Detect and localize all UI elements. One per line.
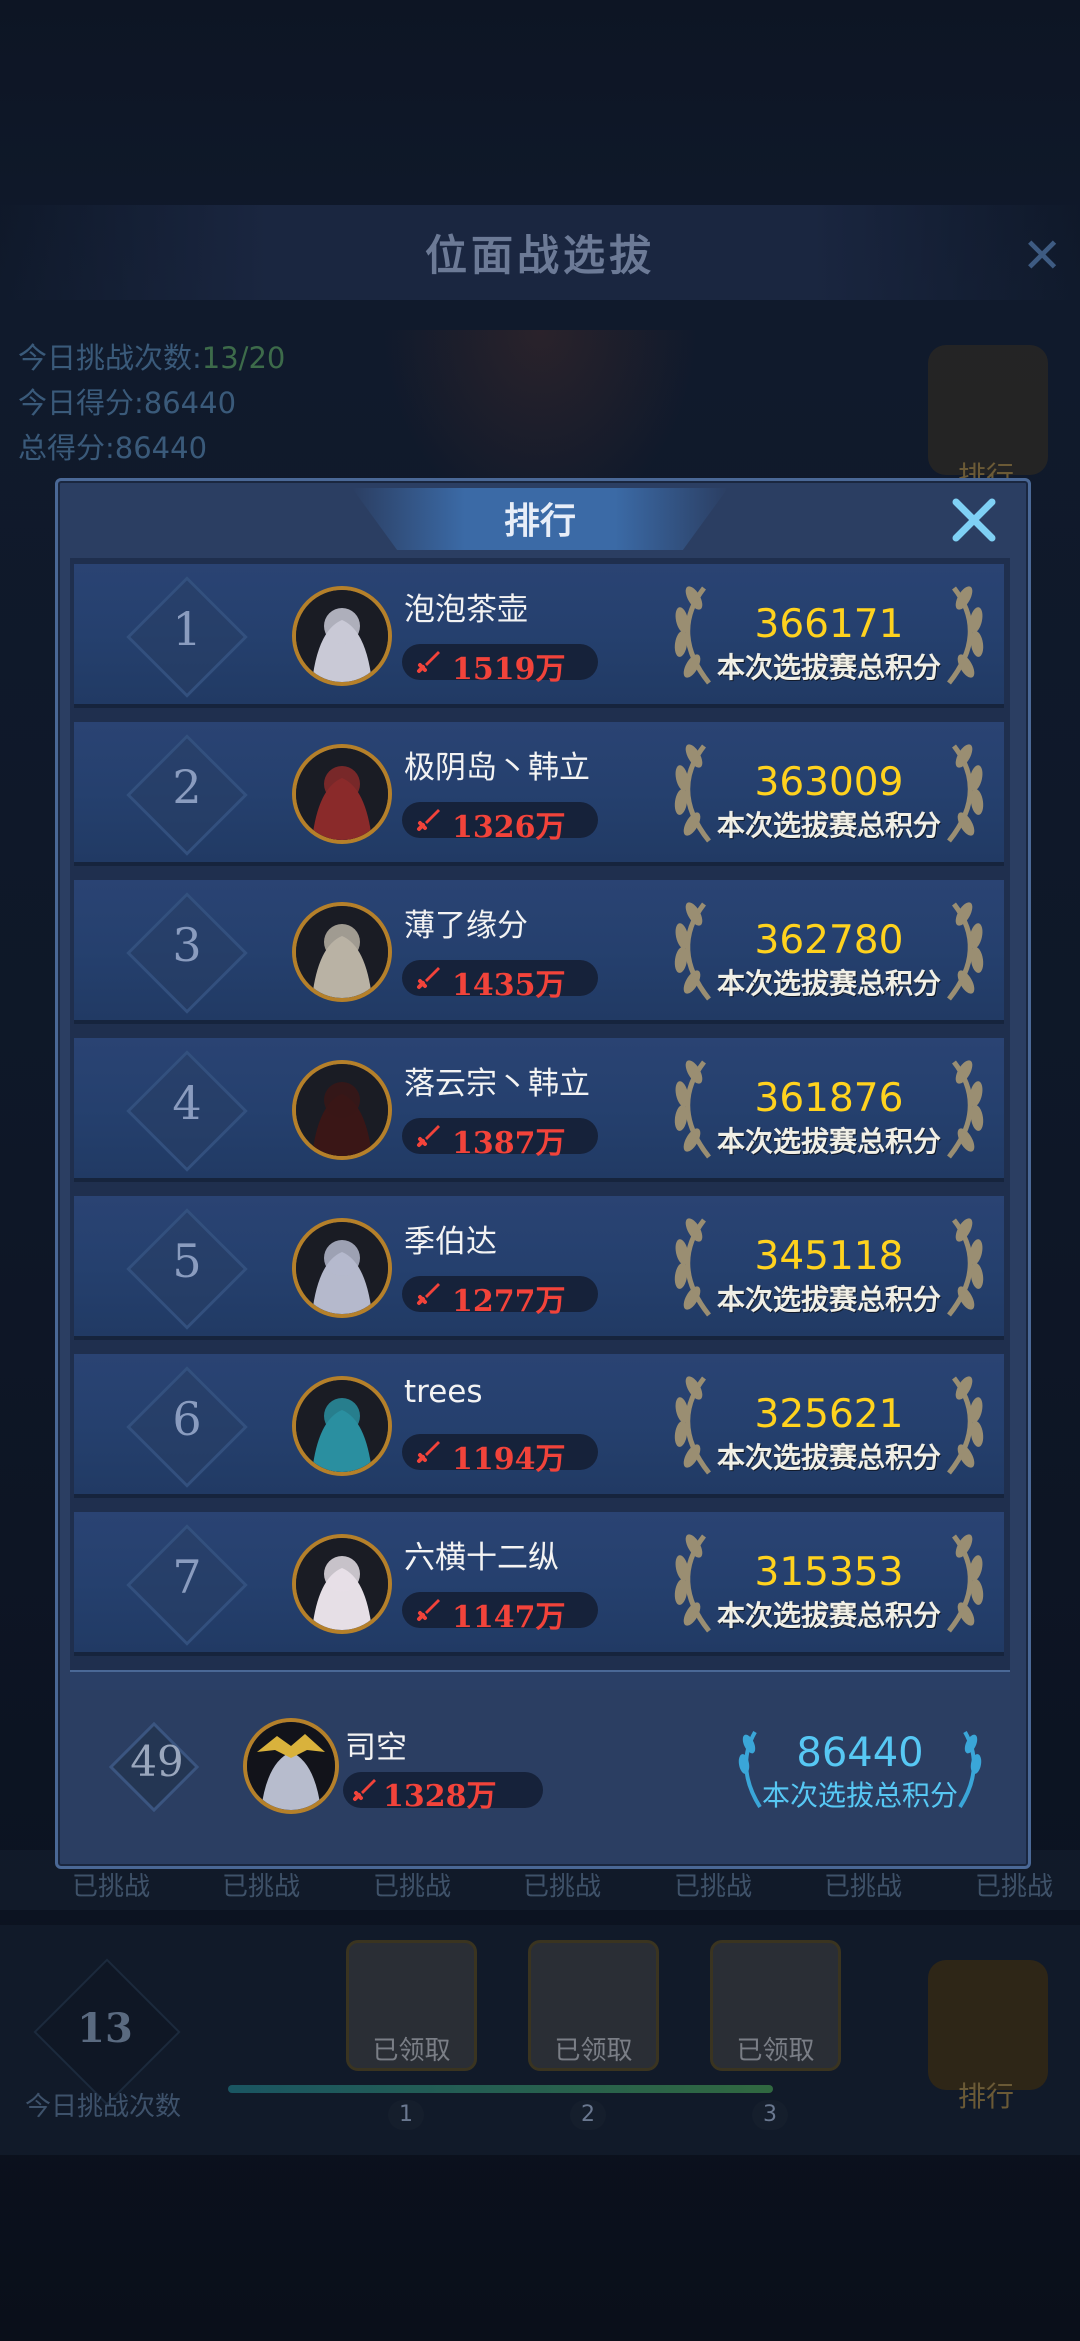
player-avatar[interactable] [292, 1060, 392, 1160]
stat-label: 总得分: [18, 431, 115, 465]
player-score: 362780 [754, 918, 904, 963]
ranking-row[interactable]: 6 trees 1194万 325621 本次选拔赛总积分 [74, 1354, 1004, 1498]
rank-number: 1 [172, 602, 202, 656]
player-name: trees [404, 1374, 483, 1410]
background-step-label: 3 [752, 2100, 788, 2130]
background-challenged-label: 已挑战 [975, 1872, 1054, 1902]
background-challenged-label: 已挑战 [824, 1872, 903, 1902]
player-power: 1147万 [452, 1600, 566, 1635]
sword-icon [417, 809, 440, 831]
background-stat-today-score: 今日得分:86440 [18, 380, 236, 422]
player-name: 极阴岛丶韩立 [404, 750, 590, 786]
player-power: 1519万 [452, 652, 566, 687]
player-avatar[interactable] [292, 744, 392, 844]
score-label: 本次选拔赛总积分 [716, 809, 941, 842]
ranking-row[interactable]: 2 极阴岛丶韩立 1326万 363009 本次选拔赛总积分 [74, 722, 1004, 866]
background-close-icon: ✕ [1022, 228, 1063, 284]
player-score: 315353 [754, 1550, 904, 1595]
player-power: 1387万 [452, 1126, 566, 1161]
background-stat-total-score: 总得分:86440 [18, 425, 207, 467]
self-power: 1328万 [383, 1779, 497, 1814]
background-chest-label: 已领取 [372, 2036, 451, 2066]
sword-icon [417, 967, 440, 989]
background-title: 位面战选拔 [424, 231, 655, 280]
background-challenge-count: 13 [77, 2005, 133, 2052]
ranking-row[interactable]: 4 落云宗丶韩立 1387万 361876 本次选拔赛总积分 [74, 1038, 1004, 1182]
player-power: 1326万 [452, 810, 566, 845]
close-icon [952, 498, 996, 542]
rank-number: 6 [172, 1392, 202, 1446]
background-challenged-label: 已挑战 [523, 1872, 602, 1902]
score-label: 本次选拔赛总积分 [716, 1599, 941, 1632]
score-label: 本次选拔赛总积分 [716, 651, 941, 684]
background-progress-bar [228, 2085, 773, 2093]
score-label: 本次选拔赛总积分 [716, 967, 941, 1000]
player-avatar[interactable] [292, 1376, 392, 1476]
player-name: 季伯达 [404, 1224, 497, 1260]
stat-value: 86440 [114, 431, 208, 465]
sword-icon [417, 1599, 440, 1621]
list-frame-bottom [70, 1670, 1010, 1690]
player-score: 345118 [754, 1234, 904, 1279]
ranking-list[interactable]: 1 泡泡茶壶 1519万 366171 本次选拔赛总积分 2 极阴岛丶韩立 13… [70, 558, 1010, 1688]
background-step-label: 1 [388, 2100, 424, 2130]
score-label: 本次选拔赛总积分 [716, 1283, 941, 1316]
background-challenged-label: 已挑战 [222, 1872, 301, 1902]
close-button[interactable] [946, 492, 1002, 548]
background-trophy-icon [928, 1960, 1048, 2090]
ranking-row[interactable]: 5 季伯达 1277万 345118 本次选拔赛总积分 [74, 1196, 1004, 1340]
player-power: 1435万 [452, 968, 566, 1003]
ranking-row[interactable]: 7 六横十二纵 1147万 315353 本次选拔赛总积分 [74, 1512, 1004, 1656]
self-score-label: 本次选拔总积分 [761, 1779, 958, 1812]
player-score: 361876 [754, 1076, 904, 1121]
player-avatar[interactable] [292, 1218, 392, 1318]
player-score: 366171 [754, 602, 904, 647]
self-avatar [243, 1718, 339, 1814]
background-rank-button-label: 排行 [958, 2080, 1015, 2113]
stat-label: 今日挑战次数: [18, 341, 202, 375]
ranking-row[interactable]: 3 薄了缘分 1435万 362780 本次选拔赛总积分 [74, 880, 1004, 1024]
background-challenge-count-label: 今日挑战次数 [25, 2092, 182, 2122]
score-label: 本次选拔赛总积分 [716, 1125, 941, 1158]
score-label: 本次选拔赛总积分 [716, 1441, 941, 1474]
sword-icon [417, 1283, 440, 1305]
player-score: 325621 [754, 1392, 904, 1437]
background-chest-label: 已领取 [736, 2036, 815, 2066]
rank-number: 7 [172, 1550, 202, 1604]
background-step-label: 2 [570, 2100, 606, 2130]
stat-value: 13/20 [201, 341, 286, 375]
player-name: 薄了缘分 [404, 908, 528, 944]
player-avatar[interactable] [292, 902, 392, 1002]
dialog-title: 排行 [503, 501, 576, 542]
sword-icon [353, 1779, 376, 1801]
background-challenged-label: 已挑战 [674, 1872, 753, 1902]
player-name: 六横十二纵 [404, 1540, 559, 1576]
player-name: 泡泡茶壶 [404, 592, 528, 628]
player-name: 落云宗丶韩立 [404, 1066, 590, 1102]
rank-number: 4 [172, 1076, 202, 1130]
background-stat-challenges: 今日挑战次数:13/20 [18, 335, 285, 377]
player-avatar[interactable] [292, 586, 392, 686]
background-chest-label: 已领取 [554, 2036, 633, 2066]
player-score: 363009 [754, 760, 904, 805]
rank-number: 5 [172, 1234, 202, 1288]
background-challenged-label: 已挑战 [72, 1872, 151, 1902]
player-power: 1277万 [452, 1284, 566, 1319]
stat-label: 今日得分: [18, 386, 144, 420]
sword-icon [417, 1441, 440, 1463]
self-rank: 49 [130, 1737, 184, 1786]
player-avatar[interactable] [292, 1534, 392, 1634]
sword-icon [417, 1125, 440, 1147]
sword-icon [417, 651, 440, 673]
rank-number: 2 [172, 760, 202, 814]
self-name: 司空 [345, 1730, 407, 1766]
background-challenged-label: 已挑战 [373, 1872, 452, 1902]
rank-number: 3 [172, 918, 202, 972]
player-power: 1194万 [452, 1442, 566, 1477]
ranking-row[interactable]: 1 泡泡茶壶 1519万 366171 本次选拔赛总积分 [74, 564, 1004, 708]
stat-value: 86440 [143, 386, 237, 420]
self-score: 86440 [796, 1730, 924, 1776]
